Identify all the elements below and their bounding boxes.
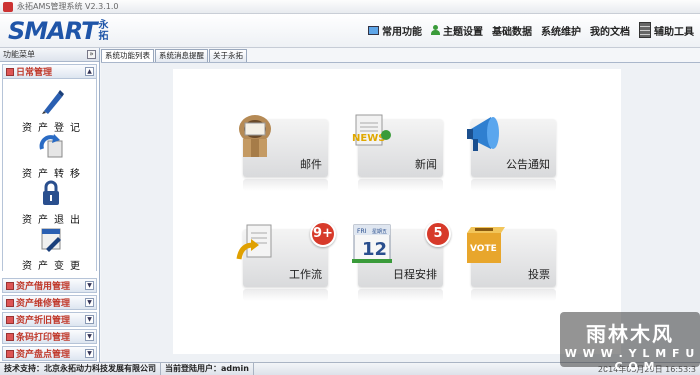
sidebar-items: 资产登记 资产转移 资产退出 资产变更 bbox=[2, 79, 99, 272]
transfer-icon bbox=[39, 134, 63, 158]
expand-icon[interactable]: ▼ bbox=[85, 315, 94, 324]
logo-text: SMART bbox=[8, 17, 98, 45]
vote-box-icon: VOTE bbox=[467, 227, 505, 263]
app-icon bbox=[3, 1, 13, 12]
nav-auxiliary-tools[interactable]: 辅助工具 bbox=[639, 22, 694, 38]
sidebar-group-repair[interactable]: 资产维修管理 ▼ bbox=[2, 295, 97, 310]
top-nav: 常用功能 主题设置 基础数据 系统维护 我的文档 辅助工具 bbox=[368, 22, 694, 38]
megaphone-icon bbox=[467, 117, 499, 151]
watermark-line1: 雨林木风 bbox=[586, 322, 674, 346]
sidebar: 功能菜单 » 日常管理 ▲ 资产登记 资产转移 资产退出 资产变更 资产借用管理… bbox=[0, 48, 100, 362]
support-info: 技术支持：北京永拓动力科技发展有限公司 bbox=[0, 362, 161, 375]
tile-mail[interactable]: 邮件 bbox=[239, 115, 328, 191]
expand-icon[interactable]: ▼ bbox=[85, 281, 94, 290]
nav-common-functions[interactable]: 常用功能 bbox=[368, 23, 422, 38]
logo: SMART 永 拓 bbox=[8, 17, 109, 45]
sidebar-item-asset-register[interactable]: 资产登记 bbox=[3, 87, 99, 134]
edit-icon bbox=[41, 228, 61, 252]
sidebar-group-daily-management[interactable]: 日常管理 ▲ bbox=[2, 64, 97, 79]
sidebar-group-depreciation[interactable]: 资产折旧管理 ▼ bbox=[2, 312, 97, 327]
nav-my-documents[interactable]: 我的文档 bbox=[590, 23, 630, 38]
user-icon bbox=[431, 25, 440, 35]
folder-icon bbox=[6, 281, 14, 290]
svg-text:12: 12 bbox=[362, 239, 387, 260]
header: SMART 永 拓 常用功能 主题设置 基础数据 系统维护 我的文档 辅助工具 bbox=[0, 14, 700, 48]
news-icon: NEWS bbox=[352, 114, 391, 146]
tile-label: 日程安排 bbox=[393, 268, 437, 281]
folder-icon bbox=[6, 315, 14, 324]
tile-label: 投票 bbox=[528, 268, 550, 281]
sidebar-title: 功能菜单 bbox=[3, 50, 35, 59]
function-panel: 邮件 NEWS 新闻 公告通知 工作流 9+ FRI 星期五 12 日程安排 5… bbox=[173, 69, 621, 354]
title-bar: 永拓AMS管理系统 V2.3.1.0 bbox=[0, 0, 700, 14]
folder-icon bbox=[6, 298, 14, 307]
nav-system-maintenance[interactable]: 系统维护 bbox=[541, 23, 581, 38]
folder-icon bbox=[6, 67, 14, 76]
tile-label: 工作流 bbox=[289, 268, 322, 281]
svg-text:FRI: FRI bbox=[357, 228, 367, 235]
folder-icon bbox=[6, 349, 14, 358]
collapse-icon[interactable]: ▲ bbox=[85, 67, 94, 76]
tile-vote[interactable]: VOTE 投票 bbox=[467, 227, 556, 301]
folder-icon bbox=[6, 332, 14, 341]
sidebar-item-asset-exit[interactable]: 资产退出 bbox=[3, 179, 99, 226]
pen-icon bbox=[42, 90, 64, 114]
svg-text:VOTE: VOTE bbox=[470, 244, 497, 254]
workflow-icon bbox=[236, 224, 272, 260]
monitor-icon bbox=[368, 25, 379, 35]
nav-theme-settings[interactable]: 主题设置 bbox=[431, 23, 483, 38]
expand-icon[interactable]: ▼ bbox=[85, 298, 94, 307]
sidebar-header: 功能菜单 » bbox=[0, 48, 99, 62]
sidebar-group-inventory[interactable]: 资产盘点管理 ▼ bbox=[2, 346, 97, 361]
expand-icon[interactable]: ▼ bbox=[85, 332, 94, 341]
tile-news[interactable]: NEWS 新闻 bbox=[352, 114, 443, 191]
watermark-line2: W W W . Y L M F U . C O M bbox=[564, 347, 696, 373]
mailbox-icon bbox=[239, 115, 271, 157]
tab-system-messages[interactable]: 系统消息提醒 bbox=[155, 49, 208, 62]
logo-cn: 永 拓 bbox=[98, 20, 109, 42]
schedule-badge: 5 bbox=[425, 221, 451, 247]
tile-label: 新闻 bbox=[415, 158, 437, 171]
svg-text:NEWS: NEWS bbox=[352, 133, 385, 144]
sidebar-group-barcode[interactable]: 条码打印管理 ▼ bbox=[2, 329, 97, 344]
calendar-icon: FRI 星期五 12 bbox=[352, 224, 392, 263]
tab-function-list[interactable]: 系统功能列表 bbox=[101, 49, 154, 62]
sidebar-item-asset-transfer[interactable]: 资产转移 bbox=[3, 133, 99, 180]
tab-about[interactable]: 关于永拓 bbox=[209, 49, 247, 62]
lock-icon bbox=[43, 180, 59, 205]
tile-label: 公告通知 bbox=[506, 158, 550, 171]
tile-announcements[interactable]: 公告通知 bbox=[467, 117, 556, 191]
workflow-badge: 9+ bbox=[310, 221, 336, 247]
pin-icon[interactable]: » bbox=[87, 50, 96, 59]
tab-bar: 系统功能列表 系统消息提醒 关于永拓 bbox=[101, 49, 247, 62]
nav-basic-data[interactable]: 基础数据 bbox=[492, 23, 532, 38]
sidebar-item-asset-change[interactable]: 资产变更 bbox=[3, 225, 99, 272]
svg-text:星期五: 星期五 bbox=[372, 229, 387, 235]
sidebar-group-borrow[interactable]: 资产借用管理 ▼ bbox=[2, 278, 97, 293]
current-user: 当前登陆用户：admin bbox=[161, 362, 254, 375]
expand-icon[interactable]: ▼ bbox=[85, 349, 94, 358]
watermark: 雨林木风 W W W . Y L M F U . C O M bbox=[560, 312, 700, 373]
server-icon bbox=[639, 22, 651, 38]
sidebar-collapsed-groups: 资产借用管理 ▼ 资产维修管理 ▼ 资产折旧管理 ▼ 条码打印管理 ▼ 资产盘点… bbox=[0, 276, 99, 362]
window-title: 永拓AMS管理系统 V2.3.1.0 bbox=[17, 2, 119, 11]
tile-label: 邮件 bbox=[300, 158, 322, 171]
